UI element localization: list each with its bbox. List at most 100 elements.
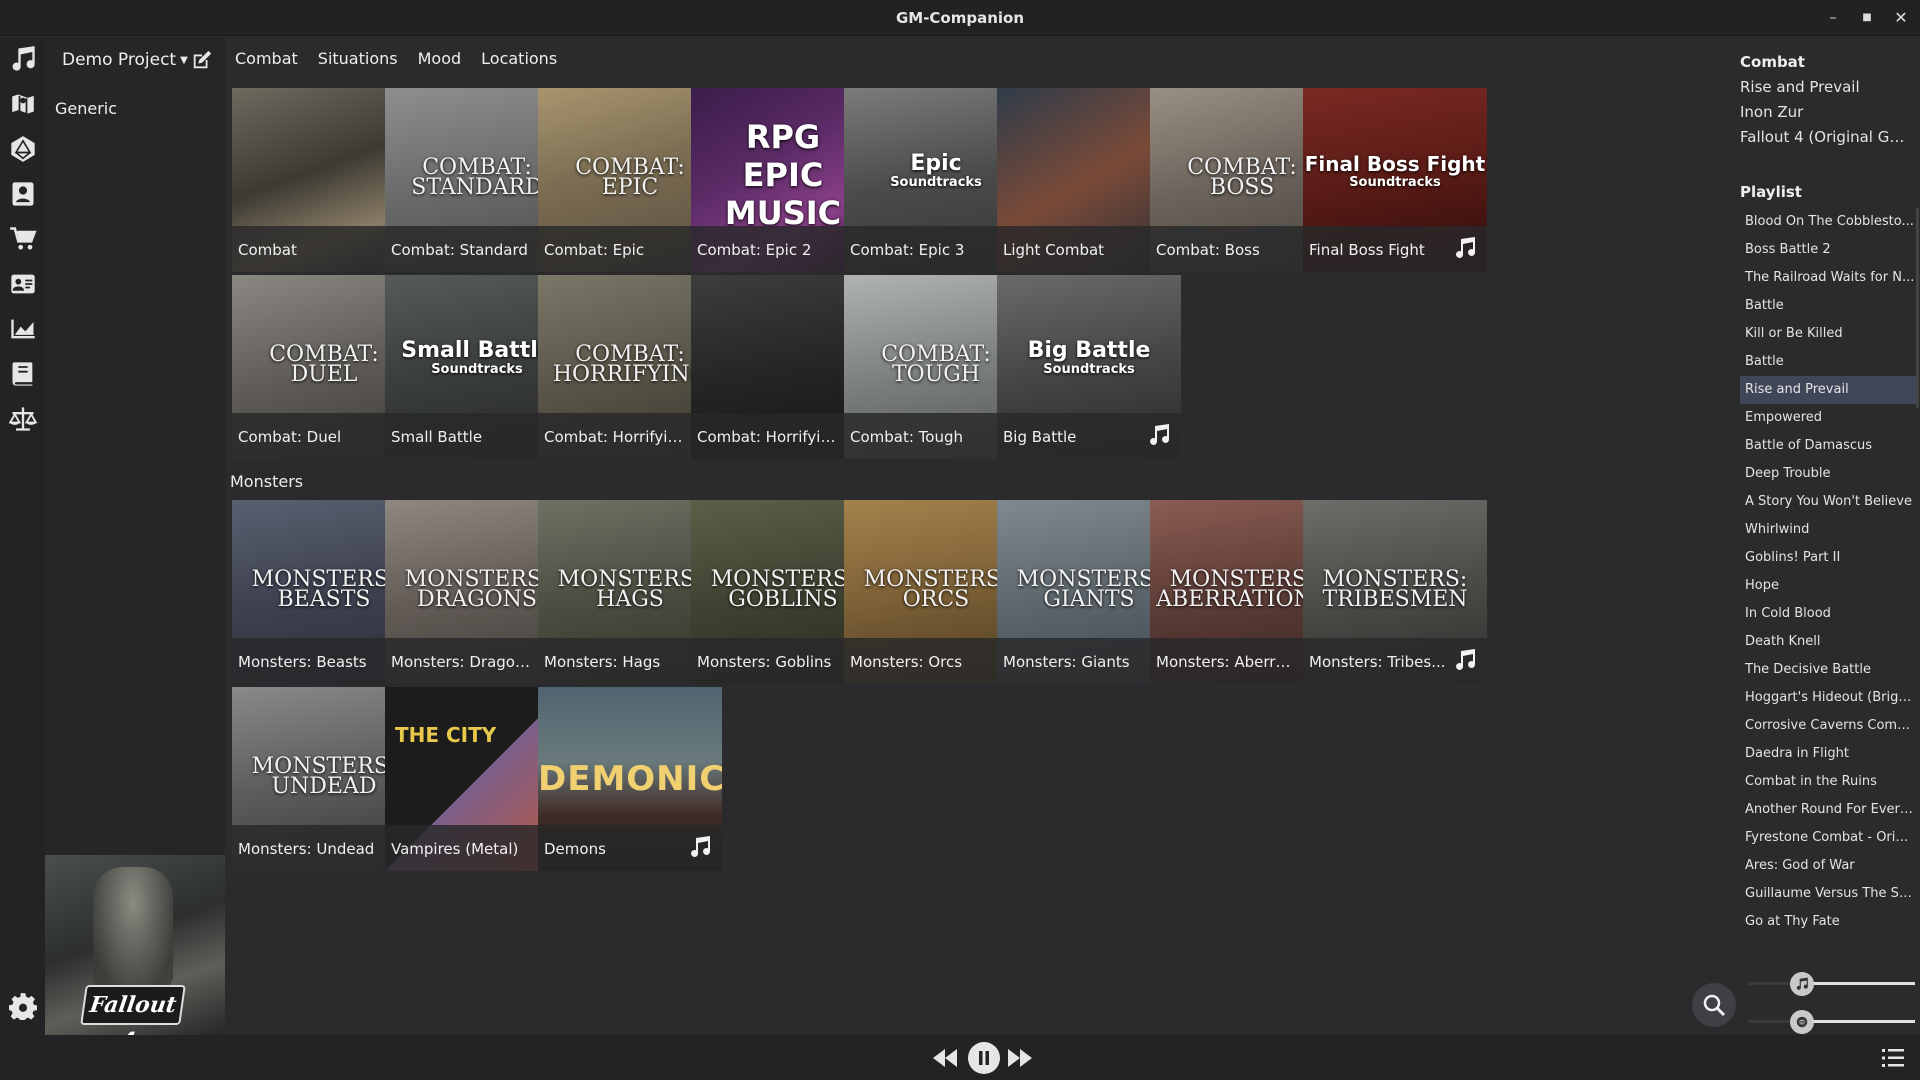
tile-cover-text: Big Battle Soundtracks: [1027, 338, 1151, 377]
playlist-item[interactable]: Combat in the Ruins: [1740, 768, 1916, 796]
edit-icon: [193, 50, 212, 69]
audio-element-tile[interactable]: MONSTERS: TRIBESMEN Monsters: Tribes...: [1303, 500, 1487, 684]
tile-name: Monsters: Goblins: [697, 653, 832, 671]
music-icon: [12, 46, 35, 71]
gear-icon: [9, 993, 37, 1020]
sound-volume-knob[interactable]: [1790, 1010, 1814, 1034]
playlist-item[interactable]: Whirlwind: [1740, 516, 1916, 544]
now-playing-cover: Fallout 4: [45, 855, 225, 1035]
chevron-down-icon: ▼: [180, 54, 188, 66]
section-label-monsters: Monsters: [230, 472, 304, 491]
tile-name: Monsters: Giants: [1003, 653, 1130, 671]
pause-button[interactable]: [967, 1041, 1001, 1075]
audio-element-tile[interactable]: DEMONIC Demons: [538, 687, 722, 871]
converter-tool-button[interactable]: [6, 402, 40, 436]
contacts-tool-button[interactable]: [6, 267, 40, 301]
tile-name: Final Boss Fight: [1309, 241, 1425, 259]
next-button[interactable]: [1005, 1043, 1035, 1073]
music-note-icon: [1453, 236, 1477, 260]
tool-sidebar: [0, 37, 45, 1035]
dice-tool-button[interactable]: [6, 132, 40, 166]
notes-tool-button[interactable]: [6, 357, 40, 391]
tile-name: Demons: [544, 840, 606, 858]
tile-name: Monsters: Aberrat...: [1156, 653, 1296, 671]
playlist-item[interactable]: Corrosive Caverns Comb...: [1740, 712, 1916, 740]
playlist-item[interactable]: Daedra in Flight: [1740, 740, 1916, 768]
tile-name: Small Battle: [391, 428, 483, 446]
playlist-item[interactable]: Boss Battle 2: [1740, 236, 1916, 264]
playlist-item[interactable]: The Decisive Battle: [1740, 656, 1916, 684]
tab-mood[interactable]: Mood: [408, 47, 472, 70]
playlist-item[interactable]: Rise and Prevail: [1740, 376, 1916, 404]
playlist-item[interactable]: Battle of Damascus: [1740, 432, 1916, 460]
generators-tool-button[interactable]: [6, 312, 40, 346]
previous-button[interactable]: [930, 1043, 960, 1073]
playlist-item[interactable]: Ares: God of War: [1740, 852, 1916, 880]
minimize-button[interactable]: –: [1823, 8, 1843, 28]
character-icon: [12, 182, 34, 206]
tile-name: Monsters: Orcs: [850, 653, 963, 671]
tile-name: Combat: Duel: [238, 428, 342, 446]
playlist-item[interactable]: Hoggart's Hideout (Briga...: [1740, 684, 1916, 712]
tile-name: Combat: Horrifyin...: [697, 428, 837, 446]
music-note-icon: [688, 835, 712, 859]
playlist-item[interactable]: Go at Thy Fate: [1740, 908, 1916, 936]
tile-name: Combat: Tough: [850, 428, 964, 446]
chart-icon: [11, 319, 35, 339]
tile-name: Monsters: Undead: [238, 840, 375, 858]
characters-tool-button[interactable]: [6, 177, 40, 211]
audio-element-tile[interactable]: Final Boss Fight Soundtracks Final Boss Fi…: [1303, 88, 1487, 272]
audio-element-tile[interactable]: Big Battle Soundtracks Big Battle: [997, 275, 1181, 459]
playlist-header: Playlist: [1740, 183, 1802, 201]
title-bar: GM-Companion – ■ ✕: [0, 0, 1920, 36]
playlist-item[interactable]: A Story You Won't Believe: [1740, 488, 1916, 516]
audio-tool-button[interactable]: [6, 42, 40, 76]
maps-tool-button[interactable]: [6, 87, 40, 121]
search-button[interactable]: [1692, 983, 1736, 1027]
notes-icon: [12, 362, 33, 386]
tab-situations[interactable]: Situations: [308, 47, 408, 70]
playlist-item[interactable]: Goblins! Part II: [1740, 544, 1916, 572]
tile-cover-text: MONSTERS: TRIBESMEN: [1322, 567, 1468, 612]
tile-name: Combat: Epic 3: [850, 241, 965, 259]
search-icon: [1703, 994, 1726, 1017]
tab-locations[interactable]: Locations: [471, 47, 567, 70]
playlist-item[interactable]: Death Knell: [1740, 628, 1916, 656]
music-note-icon: [1453, 648, 1477, 672]
music-volume-slider[interactable]: [1748, 971, 1915, 996]
playlist-item[interactable]: Deep Trouble: [1740, 460, 1916, 488]
category-item-generic[interactable]: Generic: [55, 99, 117, 118]
playlist-item[interactable]: Hope: [1740, 572, 1916, 600]
map-icon: [10, 92, 36, 116]
shop-tool-button[interactable]: [6, 222, 40, 256]
playlist-item[interactable]: Guillaume Versus The Sh...: [1740, 880, 1916, 908]
close-button[interactable]: ✕: [1891, 8, 1911, 28]
cover-logo: Fallout 4: [80, 985, 186, 1035]
settings-button[interactable]: [6, 989, 40, 1023]
tile-name: Combat: Horrifying: [544, 428, 684, 446]
project-selector[interactable]: Demo Project ▼: [62, 50, 188, 70]
playlist-item[interactable]: Blood On The Cobblesto...: [1740, 208, 1916, 236]
sound-volume-slider[interactable]: [1748, 1009, 1915, 1034]
playlist-scrollbar[interactable]: [1916, 208, 1919, 408]
cover-figure: [93, 867, 173, 987]
playlist-item[interactable]: In Cold Blood: [1740, 600, 1916, 628]
playlist-item[interactable]: Fyrestone Combat - Origi...: [1740, 824, 1916, 852]
sound-icon: [1796, 1016, 1808, 1028]
music-volume-knob[interactable]: [1790, 972, 1814, 996]
tab-combat[interactable]: Combat: [235, 47, 308, 70]
playlist-toggle-button[interactable]: [1878, 1043, 1908, 1073]
audio-browser: Combat Situations Mood Locations Monster…: [225, 37, 1728, 1035]
playlist-item[interactable]: Another Round For Every...: [1740, 796, 1916, 824]
current-artist: Inon Zur: [1740, 103, 1804, 121]
tile-name: Monsters: Hags: [544, 653, 661, 671]
maximize-button[interactable]: ■: [1857, 8, 1877, 28]
edit-project-button[interactable]: [191, 49, 213, 71]
tile-name: Vampires (Metal): [391, 840, 519, 858]
playlist-item[interactable]: Kill or Be Killed: [1740, 320, 1916, 348]
playlist-item[interactable]: Empowered: [1740, 404, 1916, 432]
playlist-item[interactable]: The Railroad Waits for N...: [1740, 264, 1916, 292]
playlist-item[interactable]: Battle: [1740, 292, 1916, 320]
playlist-item[interactable]: Battle: [1740, 348, 1916, 376]
tile-cover-text: THE CITY: [395, 723, 497, 747]
